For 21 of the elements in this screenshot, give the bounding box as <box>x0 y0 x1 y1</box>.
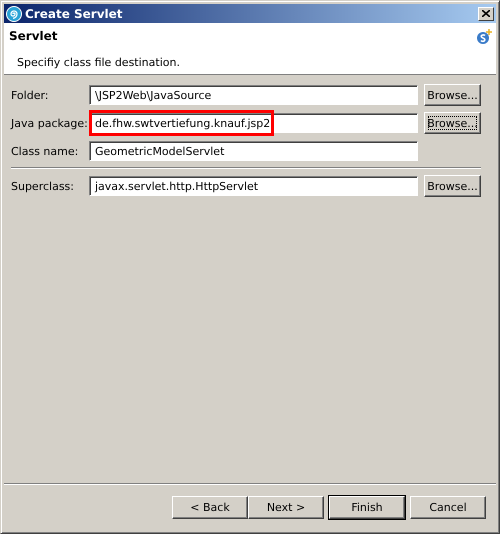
servlet-icon <box>476 29 492 45</box>
browse-button[interactable]: Browse... <box>424 112 481 134</box>
field-label: Folder: <box>11 88 50 102</box>
field-label: Java package: <box>11 116 89 130</box>
input-field[interactable]: \JSP2Web\JavaSource <box>89 85 418 105</box>
page-description: Specifiy class file destination. <box>16 56 181 71</box>
cancel-button[interactable]: Cancel <box>410 496 486 519</box>
next-button[interactable]: Next > <box>248 496 324 519</box>
window-title: Create Servlet <box>25 6 124 20</box>
back-button[interactable]: < Back <box>172 496 248 519</box>
page-title: Servlet <box>9 29 59 45</box>
close-button[interactable] <box>478 6 494 20</box>
browse-button[interactable]: Browse... <box>424 84 481 106</box>
close-icon <box>482 10 490 17</box>
finish-button[interactable]: Finish <box>329 496 405 519</box>
input-field[interactable]: javax.servlet.http.HttpServlet <box>89 176 418 196</box>
field-label: Class name: <box>11 144 80 158</box>
input-field[interactable]: GeometricModelServlet <box>89 141 418 161</box>
field-label: Superclass: <box>11 180 75 192</box>
input-field[interactable]: de.fhw.swtvertiefung.knauf.jsp2 <box>89 113 418 133</box>
browse-button[interactable]: Browse... <box>424 175 481 197</box>
